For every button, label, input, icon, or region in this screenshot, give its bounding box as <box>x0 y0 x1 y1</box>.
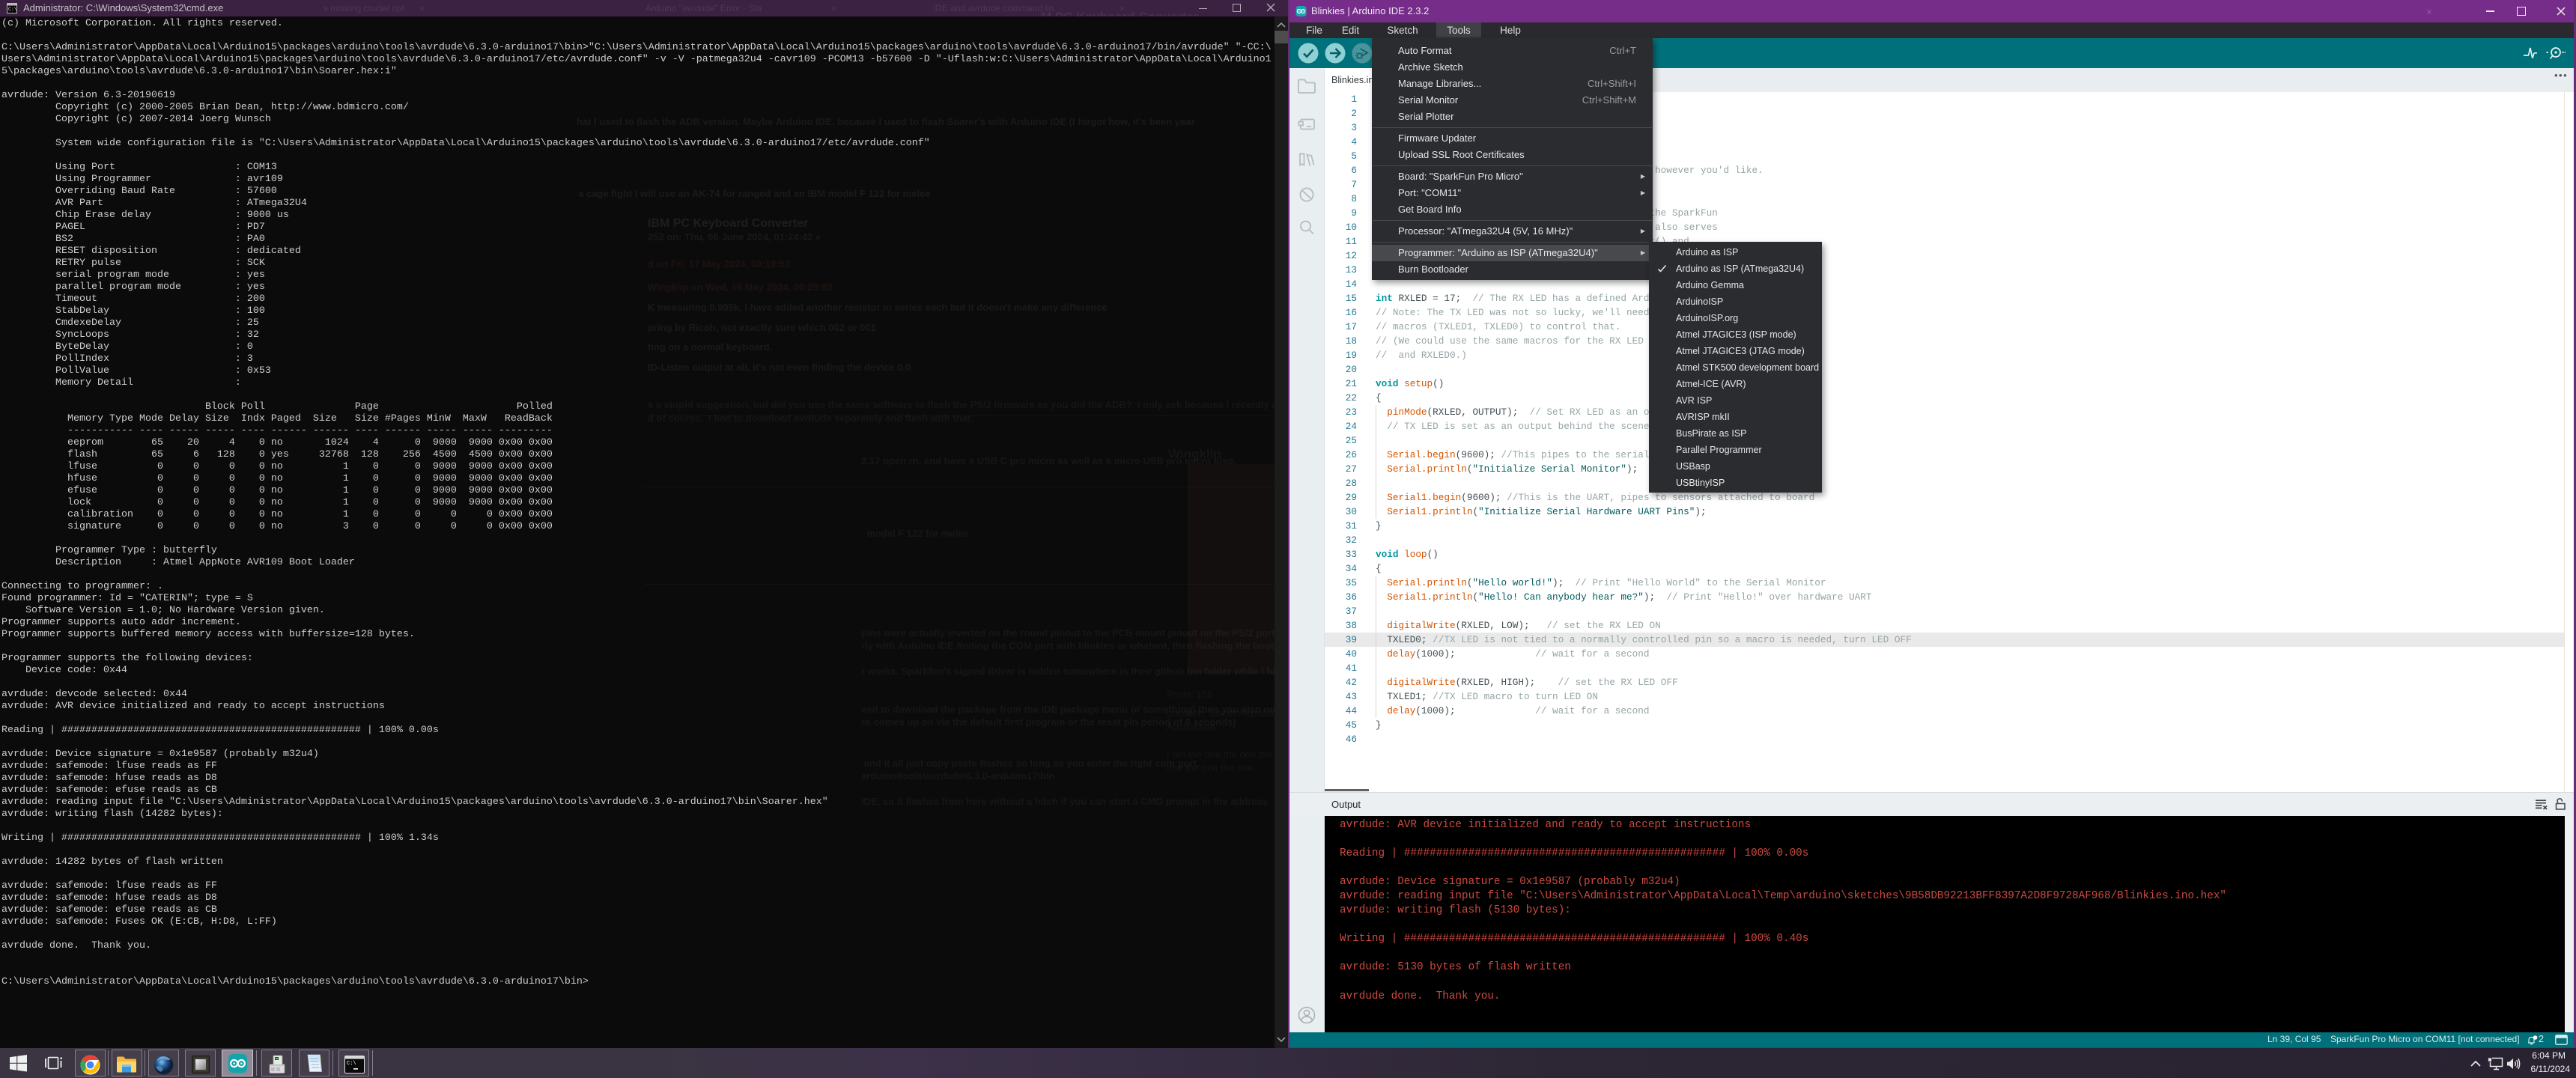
svg-text:C:\: C:\ <box>347 1061 356 1067</box>
svg-text:C:\: C:\ <box>8 7 17 12</box>
